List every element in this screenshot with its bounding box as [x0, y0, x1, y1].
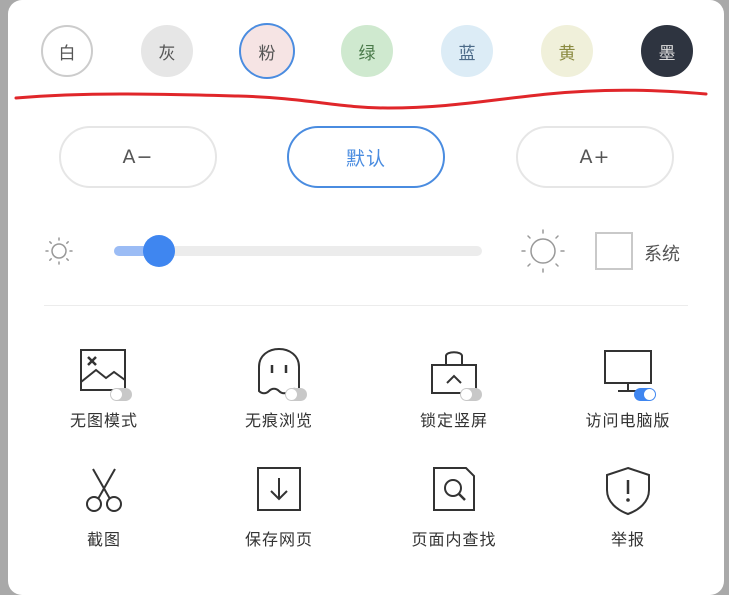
- font-decrease-label: A−: [122, 146, 154, 168]
- tool-label: 页面内查找: [411, 530, 497, 549]
- brightness-high-icon: [521, 229, 565, 273]
- brightness-low-icon: [45, 237, 73, 265]
- font-increase-button[interactable]: A+: [516, 126, 674, 188]
- report-button[interactable]: 举报: [553, 464, 703, 550]
- brightness-slider-thumb[interactable]: [142, 235, 175, 267]
- theme-label: 墨: [658, 43, 676, 64]
- tool-label: 锁定竖屏: [419, 411, 488, 430]
- font-default-button[interactable]: 默认: [287, 126, 445, 188]
- lock-portrait-switch[interactable]: [460, 388, 482, 401]
- theme-gray-button[interactable]: 灰: [141, 25, 193, 77]
- screenshot-button[interactable]: 截图: [29, 464, 179, 550]
- tool-label: 访问电脑版: [585, 411, 671, 430]
- font-increase-label: A+: [579, 146, 611, 168]
- tool-label: 举报: [610, 530, 645, 549]
- theme-label: 绿: [358, 43, 376, 64]
- report-shield-icon: [606, 466, 650, 516]
- no-image-mode-toggle[interactable]: 无图模式: [29, 345, 179, 431]
- theme-label: 黄: [558, 43, 576, 64]
- divider: [44, 305, 688, 306]
- tool-label: 截图: [86, 530, 121, 549]
- tool-label: 无痕浏览: [244, 411, 313, 430]
- system-brightness-checkbox[interactable]: [595, 232, 633, 270]
- desktop-version-switch[interactable]: [634, 388, 656, 401]
- theme-ink-button[interactable]: 墨: [641, 25, 693, 77]
- system-brightness-label: 系统: [644, 244, 680, 265]
- incognito-mode-toggle[interactable]: 无痕浏览: [204, 345, 354, 431]
- theme-label: 灰: [158, 43, 176, 64]
- font-default-label: 默认: [345, 147, 386, 170]
- find-in-page-icon: [433, 467, 475, 511]
- desktop-version-toggle[interactable]: 访问电脑版: [553, 345, 703, 431]
- no-image-switch[interactable]: [110, 388, 132, 401]
- lock-portrait-toggle[interactable]: 锁定竖屏: [379, 345, 529, 431]
- theme-pink-button[interactable]: 粉: [241, 25, 293, 77]
- find-in-page-button[interactable]: 页面内查找: [379, 464, 529, 550]
- font-decrease-button[interactable]: A−: [59, 126, 217, 188]
- theme-label: 白: [58, 43, 76, 64]
- theme-green-button[interactable]: 绿: [341, 25, 393, 77]
- theme-label: 粉: [258, 43, 276, 64]
- theme-label: 蓝: [458, 43, 476, 64]
- incognito-switch[interactable]: [285, 388, 307, 401]
- save-page-button[interactable]: 保存网页: [204, 464, 354, 550]
- theme-yellow-button[interactable]: 黄: [541, 25, 593, 77]
- download-icon: [257, 467, 301, 511]
- tool-label: 保存网页: [244, 530, 313, 549]
- theme-blue-button[interactable]: 蓝: [441, 25, 493, 77]
- annotation-underline: [14, 88, 708, 110]
- tool-label: 无图模式: [69, 411, 138, 430]
- theme-white-button[interactable]: 白: [41, 25, 93, 77]
- scissors-icon: [86, 468, 122, 512]
- settings-panel: 白 灰 粉 绿 蓝 黄 墨 A− 默认 A+ 系统 无图模式 无痕浏览 锁定竖屏…: [8, 0, 724, 595]
